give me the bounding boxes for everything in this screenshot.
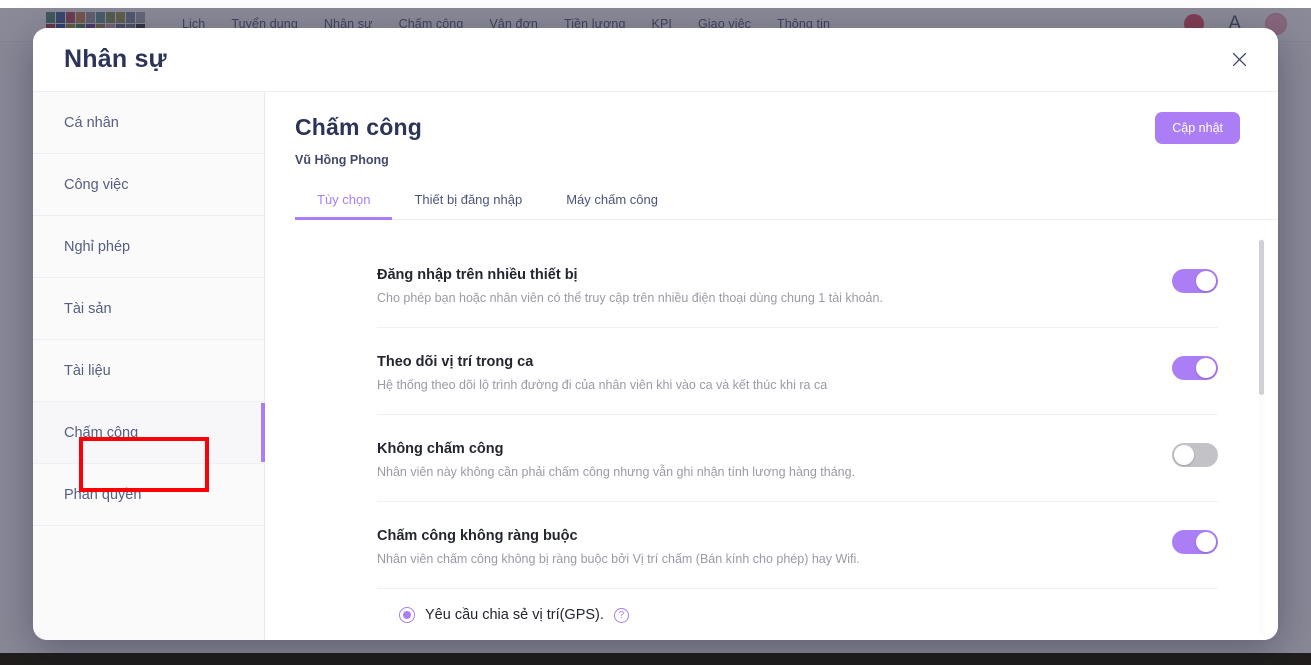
update-button[interactable]: Cập nhật — [1155, 112, 1240, 144]
toggle-knob — [1196, 358, 1216, 378]
sidebar-item-1[interactable]: Công việc — [33, 154, 264, 216]
setting-row-3: Chấm công không ràng buộc Nhân viên chấm … — [377, 502, 1218, 589]
setting-description: Nhân viên chấm công không bị ràng buộc b… — [377, 552, 860, 566]
sidebar-item-label: Tài sản — [64, 300, 112, 317]
modal-sidebar: Cá nhân Công việc Nghỉ phép Tài sản Tài liệu… — [33, 92, 265, 640]
toggle-knob — [1196, 271, 1216, 291]
tab-0[interactable]: Tùy chọn — [295, 183, 393, 220]
modal-body: Cá nhân Công việc Nghỉ phép Tài sản Tài liệu… — [33, 92, 1278, 640]
content-scrollbar[interactable] — [1259, 238, 1264, 634]
setting-title: Đăng nhập trên nhiều thiết bị — [377, 267, 578, 283]
setting-row-2: Không chấm công Nhân viên này không cần p… — [377, 415, 1218, 502]
toggle-switch-0[interactable] — [1172, 269, 1218, 293]
setting-title: Theo dõi vị trí trong ca — [377, 354, 534, 370]
setting-row-0: Đăng nhập trên nhiều thiết bị Cho phép bạ… — [377, 220, 1218, 328]
help-icon[interactable]: ? — [613, 607, 629, 623]
sidebar-item-label: Công việc — [64, 176, 129, 193]
sidebar-item-label: Phân quyền — [64, 486, 142, 503]
setting-texts: Không chấm công Nhân viên này không cần p… — [377, 441, 1150, 479]
sidebar-item-5[interactable]: Chấm công — [33, 402, 265, 464]
settings-rows: Đăng nhập trên nhiều thiết bị Cho phép bạ… — [377, 220, 1218, 640]
employee-name: Vũ Hồng Phong — [295, 153, 389, 167]
gps-radio-button[interactable] — [399, 607, 415, 623]
page-title: Chấm công — [295, 114, 423, 140]
settings-list: Đăng nhập trên nhiều thiết bị Cho phép bạ… — [265, 220, 1278, 640]
gps-radio-label: Yêu cầu chia sẻ vị trí(GPS). — [425, 607, 604, 623]
close-icon[interactable] — [1224, 45, 1254, 75]
setting-texts: Theo dõi vị trí trong ca Hệ thống theo dõ… — [377, 354, 1150, 392]
setting-texts: Đăng nhập trên nhiều thiết bị Cho phép bạ… — [377, 267, 1150, 305]
setting-row-1: Theo dõi vị trí trong ca Hệ thống theo dõ… — [377, 328, 1218, 415]
sidebar-item-0[interactable]: Cá nhân — [33, 92, 264, 154]
modal-title: Nhân sự — [64, 45, 167, 73]
setting-title: Không chấm công — [377, 441, 504, 457]
toggle-switch-3[interactable] — [1172, 530, 1218, 554]
toggle-switch-2[interactable] — [1172, 443, 1218, 467]
sidebar-item-label: Nghỉ phép — [64, 238, 131, 255]
toggle-knob — [1196, 532, 1216, 552]
tab-bar: Tùy chọn Thiết bị đăng nhập Máy chấm công — [295, 183, 1278, 220]
sidebar-item-6[interactable]: Phân quyền — [33, 464, 264, 526]
toggle-switch-1[interactable] — [1172, 356, 1218, 380]
setting-description: Hệ thống theo dõi lộ trình đường đi của … — [377, 378, 828, 392]
tab-2[interactable]: Máy chấm công — [544, 183, 680, 220]
toggle-knob — [1174, 445, 1194, 465]
sidebar-item-label: Cá nhân — [64, 114, 119, 131]
content-header: Chấm công Vũ Hồng Phong Cập nhật — [265, 92, 1278, 167]
gps-radio-row: Yêu cầu chia sẻ vị trí(GPS).? — [377, 589, 1218, 640]
modal-header: Nhân sự — [33, 28, 1278, 92]
modal-content: Chấm công Vũ Hồng Phong Cập nhật Tùy chọ… — [265, 92, 1278, 640]
nhan-su-modal: Nhân sự Cá nhân Công việc Nghỉ phép Tài sản… — [33, 28, 1278, 640]
bottom-strip — [0, 653, 1311, 665]
setting-description: Nhân viên này không cần phải chấm công n… — [377, 465, 856, 479]
setting-title: Chấm công không ràng buộc — [377, 528, 578, 544]
sidebar-item-4[interactable]: Tài liệu — [33, 340, 264, 402]
setting-texts: Chấm công không ràng buộc Nhân viên chấm … — [377, 528, 1150, 566]
scrollbar-thumb[interactable] — [1259, 240, 1264, 395]
sidebar-item-2[interactable]: Nghỉ phép — [33, 216, 264, 278]
sidebar-item-label: Chấm công — [64, 424, 139, 441]
tab-1[interactable]: Thiết bị đăng nhập — [392, 183, 544, 220]
setting-description: Cho phép bạn hoặc nhân viên có thể truy … — [377, 291, 883, 305]
sidebar-item-label: Tài liệu — [64, 362, 111, 379]
sidebar-item-3[interactable]: Tài sản — [33, 278, 264, 340]
